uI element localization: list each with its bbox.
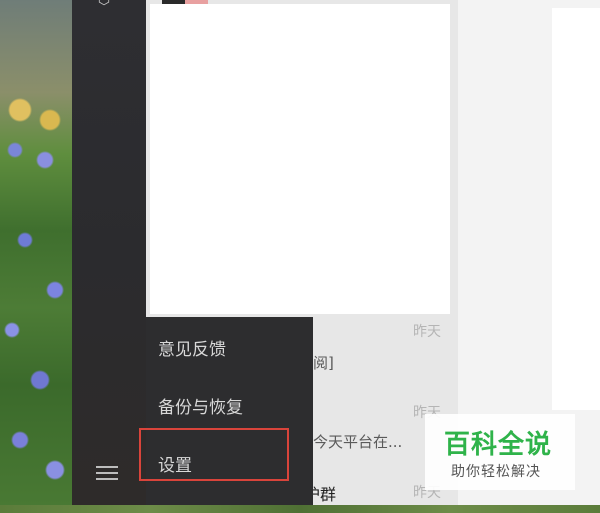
watermark-title: 百科全说 (444, 430, 553, 460)
menu-item-backup-restore[interactable]: 备份与恢复 (158, 393, 243, 418)
blank-preview-panel (150, 4, 450, 314)
chat-snippet: 今天平台在... (313, 433, 403, 451)
desktop-wallpaper-strip (0, 505, 600, 513)
watermark-subtitle: 助你轻松解决 (451, 464, 541, 480)
menu-item-feedback[interactable]: 意见反馈 (158, 335, 226, 360)
content-card (552, 8, 600, 410)
hamburger-menu-icon[interactable] (96, 464, 118, 482)
chat-time: 昨天 (413, 324, 441, 340)
highlight-annotation-box (139, 428, 289, 481)
chat-snippet: 阅] (313, 354, 334, 372)
sidebar-rail (72, 0, 146, 505)
desktop-wallpaper (0, 0, 72, 513)
cube-icon[interactable]: ⬡ (96, 0, 112, 8)
